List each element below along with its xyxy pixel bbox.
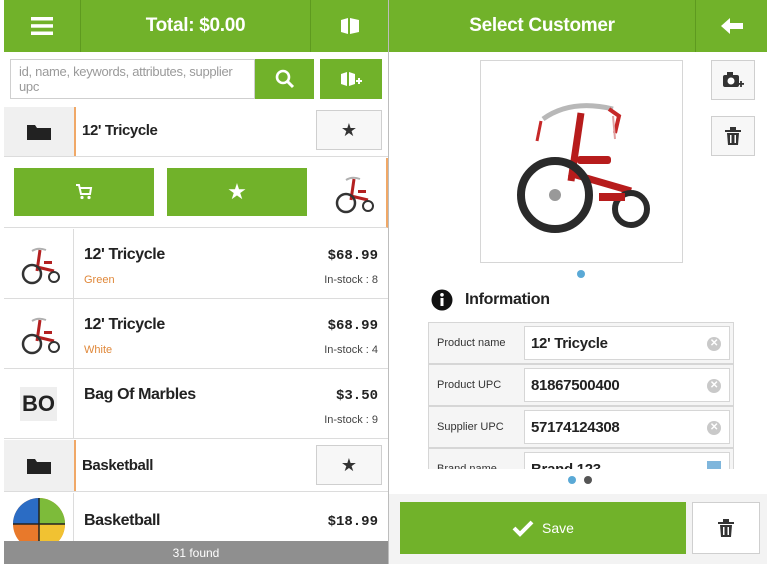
add-photo-button[interactable] bbox=[711, 60, 755, 100]
clear-icon[interactable]: ✕ bbox=[707, 379, 721, 393]
folder-label: 12' Tricycle bbox=[82, 122, 158, 139]
select-customer-button[interactable]: Select Customer bbox=[389, 0, 695, 52]
item-price: $68.99 bbox=[327, 248, 378, 264]
search-placeholder: id, name, keywords, attributes, supplier… bbox=[19, 64, 233, 94]
menu-button[interactable] bbox=[4, 0, 80, 52]
check-icon bbox=[512, 520, 534, 537]
search-icon bbox=[275, 69, 294, 89]
product-name-input[interactable]: 12' Tricycle ✕ bbox=[524, 326, 730, 360]
form-pager-dot-active[interactable] bbox=[568, 476, 576, 484]
info-icon bbox=[431, 289, 453, 311]
delete-photo-button[interactable] bbox=[711, 116, 755, 156]
field-label: Product name bbox=[437, 337, 506, 349]
field-brand-name: Brand name Brand 123 bbox=[428, 448, 734, 469]
scan-card-button[interactable] bbox=[311, 0, 388, 52]
total-label: Total: $0.00 bbox=[145, 15, 246, 36]
item-thumbnail bbox=[4, 229, 74, 298]
field-label: Brand name bbox=[437, 463, 497, 469]
folder-row-tricycle[interactable]: 12' Tricycle ★ bbox=[4, 107, 388, 157]
field-product-name: Product name 12' Tricycle ✕ bbox=[428, 322, 734, 364]
field-product-upc: Product UPC 81867500400 ✕ bbox=[428, 364, 734, 406]
trash-icon bbox=[718, 519, 734, 537]
delete-button[interactable] bbox=[692, 502, 760, 554]
save-label: Save bbox=[542, 520, 574, 536]
item-name: Basketball bbox=[84, 512, 161, 529]
product-thumbnail bbox=[330, 170, 376, 216]
dropdown-icon[interactable] bbox=[707, 461, 721, 469]
arrow-left-icon bbox=[720, 18, 743, 34]
add-card-button[interactable] bbox=[320, 59, 382, 99]
field-value: Brand 123 bbox=[531, 460, 601, 470]
camera-icon bbox=[723, 72, 744, 87]
star-icon: ★ bbox=[340, 119, 358, 140]
add-favorite-button[interactable]: ★ bbox=[167, 168, 307, 216]
field-label: Supplier UPC bbox=[437, 421, 504, 433]
right-title: Select Customer bbox=[469, 15, 615, 36]
item-thumbnail bbox=[4, 493, 74, 550]
item-price: $18.99 bbox=[327, 514, 378, 530]
card-icon bbox=[340, 18, 359, 34]
add-to-cart-button[interactable] bbox=[14, 168, 154, 216]
add-card-icon bbox=[341, 72, 362, 86]
save-button[interactable]: Save bbox=[400, 502, 686, 554]
product-image bbox=[480, 60, 683, 263]
folder-icon-cell bbox=[4, 107, 74, 156]
field-value: 57174124308 bbox=[531, 418, 620, 436]
cart-icon bbox=[76, 184, 93, 200]
fields-scroll[interactable]: Product name 12' Tricycle ✕ Product UPC … bbox=[0, 321, 767, 469]
tricycle-image bbox=[335, 176, 374, 214]
trash-icon bbox=[725, 127, 741, 145]
panel-divider bbox=[388, 0, 389, 564]
field-supplier-upc: Supplier UPC 57174124308 ✕ bbox=[428, 406, 734, 448]
item-name: 12' Tricycle bbox=[84, 246, 165, 263]
supplier-upc-input[interactable]: 57174124308 ✕ bbox=[524, 410, 730, 444]
field-label: Product UPC bbox=[437, 379, 502, 391]
field-value: 12' Tricycle bbox=[531, 334, 608, 352]
list-item[interactable]: 12' Tricycle Green $68.99 In-stock : 8 bbox=[4, 229, 388, 299]
list-item[interactable]: Basketball $18.99 bbox=[4, 493, 388, 550]
back-button[interactable] bbox=[696, 0, 767, 52]
info-heading: Information bbox=[431, 288, 550, 312]
results-footer: 31 found bbox=[4, 541, 388, 564]
image-pager-dot[interactable] bbox=[577, 270, 585, 278]
item-variant: Green bbox=[84, 274, 115, 286]
tricycle-image bbox=[21, 247, 60, 284]
field-value: 81867500400 bbox=[531, 376, 620, 394]
hamburger-icon bbox=[31, 17, 53, 35]
star-icon: ★ bbox=[227, 179, 247, 204]
brand-name-input[interactable]: Brand 123 bbox=[524, 452, 730, 469]
clear-icon[interactable]: ✕ bbox=[707, 337, 721, 351]
search-input[interactable]: id, name, keywords, attributes, supplier… bbox=[10, 59, 255, 99]
favorite-button[interactable]: ★ bbox=[316, 110, 382, 150]
form-pager-dot[interactable] bbox=[584, 476, 592, 484]
folder-icon bbox=[27, 124, 51, 140]
search-button[interactable] bbox=[255, 59, 314, 99]
product-upc-input[interactable]: 81867500400 ✕ bbox=[524, 368, 730, 402]
total-button[interactable]: Total: $0.00 bbox=[81, 0, 310, 52]
tricycle-image bbox=[517, 103, 650, 233]
expanded-actions-row: ★ bbox=[4, 158, 388, 228]
row-accent bbox=[74, 107, 76, 156]
info-heading-label: Information bbox=[465, 291, 550, 308]
item-stock: In-stock : 8 bbox=[324, 274, 378, 286]
results-count: 31 found bbox=[172, 545, 220, 560]
clear-icon[interactable]: ✕ bbox=[707, 421, 721, 435]
